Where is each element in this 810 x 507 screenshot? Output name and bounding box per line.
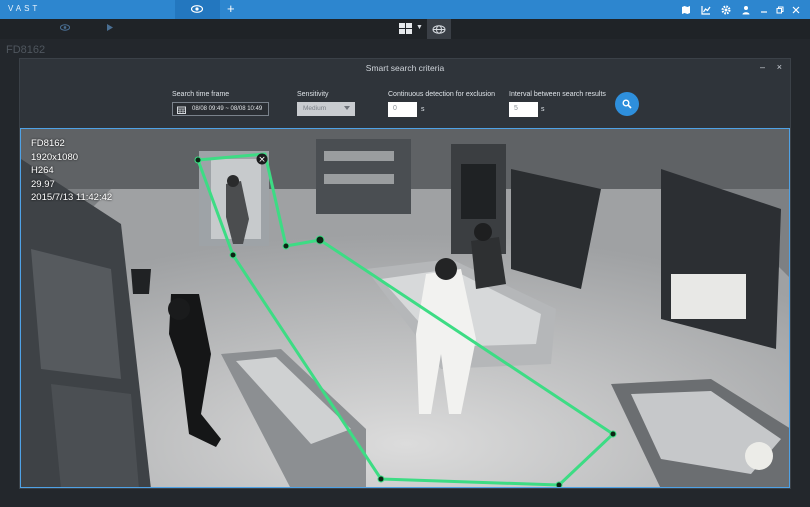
roi-vertex[interactable]	[194, 156, 202, 164]
camera-scene-image: ×	[21, 129, 789, 488]
restore-icon[interactable]	[772, 3, 788, 16]
eye-icon	[191, 5, 203, 13]
time-frame-field[interactable]: 08/08 09:49 ~ 08/08 10:49	[172, 102, 269, 116]
exclusion-label: Continuous detection for exclusion	[388, 91, 496, 98]
osd-resolution: 1920x1080	[31, 151, 79, 163]
sensitivity-value: Medium	[303, 105, 327, 112]
video-osd: FD8162 1920x1080 H264 29.97 2015/7/13 11…	[31, 137, 112, 205]
osd-camera: FD8162	[31, 138, 65, 149]
interval-input[interactable]: 5	[509, 102, 538, 117]
interval-unit: s	[541, 106, 545, 113]
gear-icon[interactable]	[716, 3, 736, 16]
play-icon[interactable]	[107, 24, 113, 31]
close-icon[interactable]: ×	[777, 62, 782, 72]
osd-timestamp: 2015/7/13 11:42:42	[31, 192, 113, 203]
time-frame-label: Search time frame	[172, 91, 230, 98]
camera-label: FD8162	[6, 44, 46, 56]
dialog-title: Smart search criteria	[365, 63, 445, 73]
roi-vertex[interactable]	[609, 430, 617, 438]
add-tab-button[interactable]: +	[227, 2, 235, 16]
eye-icon[interactable]	[60, 24, 70, 31]
app-logo: VAST	[8, 4, 41, 13]
sensitivity-label: Sensitivity	[297, 91, 329, 98]
sensitivity-select: Medium	[297, 102, 355, 116]
roi-delete-glyph: ×	[258, 155, 266, 165]
roi-vertex[interactable]	[377, 475, 385, 483]
smart-search-dialog: Smart search criteria – × Search time fr…	[19, 58, 791, 489]
interval-label: Interval between search results	[509, 91, 606, 98]
fisheye-button[interactable]	[427, 19, 451, 39]
exclusion-unit: s	[421, 106, 425, 113]
chevron-down-icon[interactable]: ▼	[416, 24, 423, 31]
roi-vertex[interactable]	[555, 481, 563, 488]
video-frame[interactable]: × FD8162 1920x1080 H264 29.97 2015/7/13 …	[20, 128, 790, 488]
fisheye-icon	[432, 25, 446, 34]
minimize-icon[interactable]	[756, 3, 772, 16]
trend-chart-icon[interactable]	[696, 3, 716, 16]
calendar-icon	[177, 106, 186, 114]
close-icon[interactable]	[788, 3, 804, 16]
osd-fps: 29.97	[31, 178, 55, 190]
osd-codec: H264	[31, 165, 54, 176]
exclusion-input[interactable]: 0	[388, 102, 417, 117]
tab-liveview[interactable]	[175, 0, 220, 19]
roi-vertex[interactable]	[315, 235, 325, 245]
map-icon[interactable]	[676, 3, 696, 16]
roi-vertex[interactable]	[229, 251, 237, 259]
user-icon[interactable]	[736, 3, 756, 16]
time-frame-value: 08/08 09:49 ~ 08/08 10:49	[192, 106, 263, 112]
top-bar: VAST +	[0, 0, 810, 19]
minimize-icon[interactable]: –	[760, 62, 765, 72]
search-icon	[622, 99, 632, 109]
chevron-down-icon	[344, 106, 350, 110]
search-button[interactable]	[615, 92, 639, 116]
roi-vertex[interactable]	[282, 242, 290, 250]
